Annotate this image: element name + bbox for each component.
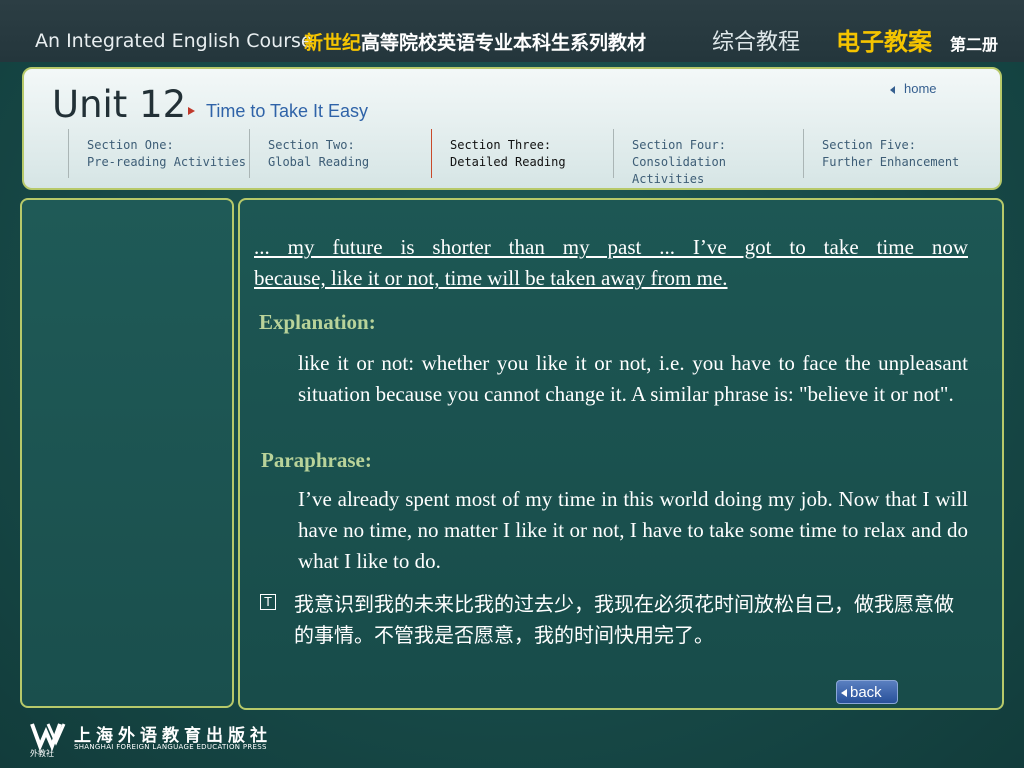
section-tab-one[interactable]: Section One: Pre-reading Activities: [68, 129, 248, 178]
top-banner: An Integrated English Course 新世纪高等院校英语专业…: [0, 0, 1024, 62]
arrow-left-icon: [841, 689, 847, 698]
textbook-name: 综合教程: [712, 30, 801, 55]
section-tab-title: Section Five:: [822, 138, 916, 152]
home-link[interactable]: home: [890, 81, 937, 96]
section-tab-subtitle: Further Enhancement: [822, 155, 960, 169]
arrow-left-icon: [890, 85, 895, 94]
section-tab-subtitle: Consolidation Activities: [632, 155, 726, 186]
course-series-rest: 高等院校英语专业本科生系列教材: [361, 32, 647, 54]
course-series-highlight: 新世纪: [304, 32, 362, 54]
section-tab-title: Section Three:: [450, 138, 552, 152]
arrow-right-icon: [188, 107, 195, 115]
quote-line-1: ... my future is shorter than my past ..…: [254, 235, 968, 259]
translation-text: 我意识到我的未来比我的过去少，我现在必须花时间放松自己，做我愿意做的事情。不管我…: [294, 592, 954, 647]
back-label: back: [850, 684, 882, 701]
unit-header-panel: Unit 12 Time to Take It Easy home Sectio…: [22, 67, 1002, 190]
section-tab-subtitle: Global Reading: [268, 155, 370, 169]
publisher-short-name: 外教社: [30, 749, 54, 758]
unit-subtitle: Time to Take It Easy: [206, 101, 369, 121]
explanation-heading: Explanation:: [259, 310, 376, 334]
section-tab-three[interactable]: Section Three: Detailed Reading: [431, 129, 611, 178]
left-side-panel: [20, 198, 234, 708]
section-tab-subtitle: Detailed Reading: [450, 155, 566, 169]
explanation-text: like it or not: whether you like it or n…: [298, 351, 968, 406]
back-button[interactable]: back: [836, 680, 898, 704]
course-title-cn: 新世纪高等院校英语专业本科生系列教材: [304, 28, 646, 55]
section-tab-two[interactable]: Section Two: Global Reading: [249, 129, 429, 178]
paraphrase-heading: Paraphrase:: [261, 448, 372, 472]
home-label: home: [904, 81, 937, 96]
section-tab-title: Section One:: [87, 138, 174, 152]
section-tab-title: Section Two:: [268, 138, 355, 152]
publisher-name-en: SHANGHAI FOREIGN LANGUAGE EDUCATION PRES…: [74, 743, 267, 751]
unit-title: Unit 12: [52, 83, 187, 126]
section-tab-five[interactable]: Section Five: Further Enhancement: [803, 129, 993, 178]
paraphrase-text: I’ve already spent most of my time in th…: [298, 487, 968, 573]
course-title-en: An Integrated English Course: [35, 30, 313, 52]
volume-label: 第二册: [950, 35, 999, 54]
translation-icon: T: [260, 594, 276, 610]
section-tab-four[interactable]: Section Four: Consolidation Activities: [613, 129, 801, 186]
quote-line-2: because, like it or not, time will be ta…: [254, 266, 728, 290]
section-tab-subtitle: Pre-reading Activities: [87, 155, 246, 169]
section-tab-title: Section Four:: [632, 138, 726, 152]
courseware-label: 电子教案: [836, 28, 932, 56]
